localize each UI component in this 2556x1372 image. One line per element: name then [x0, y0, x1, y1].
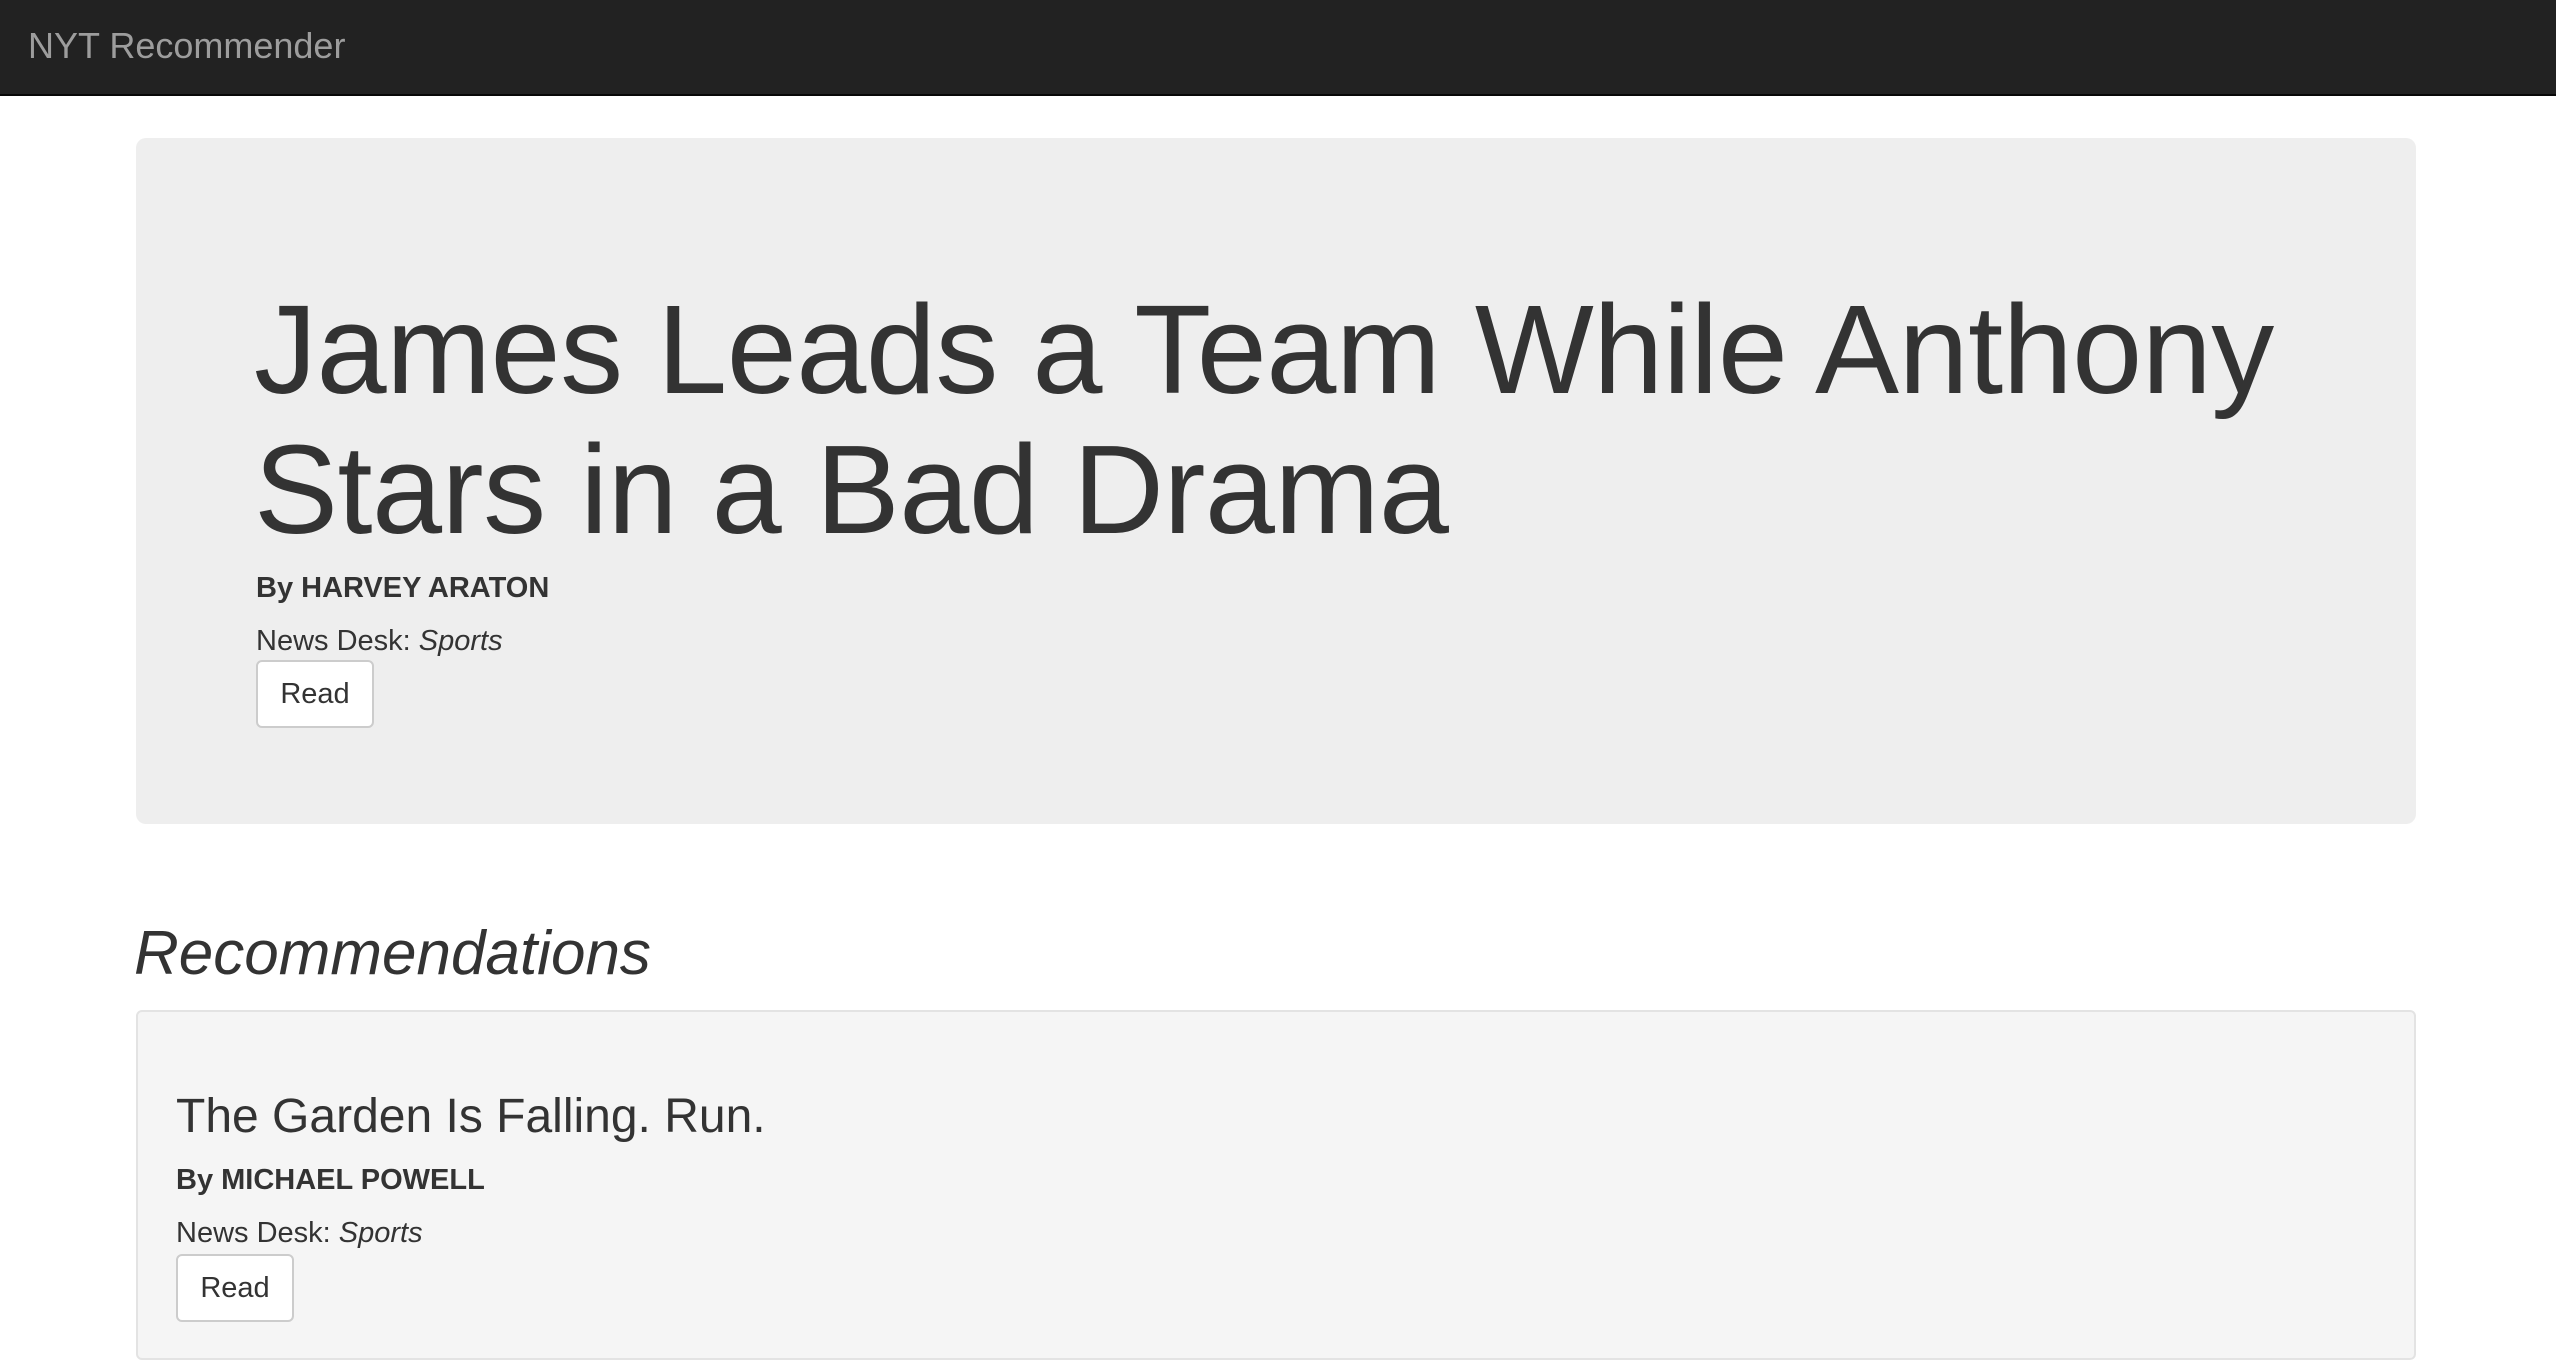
recommendation-read-button[interactable]: Read	[176, 1254, 294, 1322]
news-desk-value: Sports	[338, 1217, 423, 1249]
news-desk-label: News Desk:	[176, 1217, 331, 1249]
recommendation-card: The Garden Is Falling. Run. By MICHAEL P…	[136, 1010, 2416, 1360]
recommendation-byline: By MICHAEL POWELL	[176, 1164, 485, 1196]
news-desk-value: Sports	[418, 625, 503, 657]
recommendation-news-desk: News Desk: Sports	[176, 1215, 423, 1251]
top-navbar: NYT Recommender	[0, 0, 2556, 96]
recommendations-heading: Recommendations	[134, 919, 651, 988]
featured-article-byline: By HARVEY ARATON	[256, 572, 550, 604]
featured-article-news-desk: News Desk: Sports	[256, 623, 503, 659]
news-desk-label: News Desk:	[256, 625, 411, 657]
navbar-brand-link[interactable]: NYT Recommender	[28, 24, 345, 68]
recommendation-title: The Garden Is Falling. Run.	[176, 1090, 766, 1143]
featured-article: James Leads a Team While Anthony Stars i…	[136, 138, 2416, 824]
featured-read-button[interactable]: Read	[256, 660, 374, 728]
featured-article-title: James Leads a Team While Anthony Stars i…	[254, 279, 2274, 560]
